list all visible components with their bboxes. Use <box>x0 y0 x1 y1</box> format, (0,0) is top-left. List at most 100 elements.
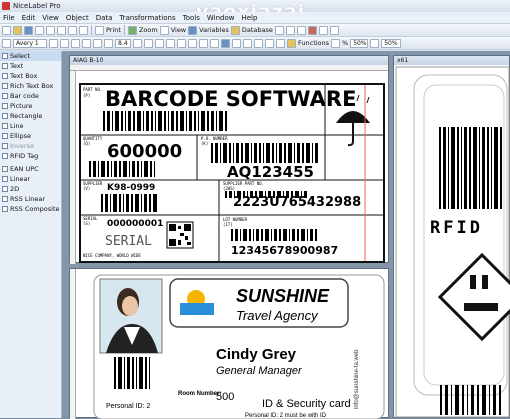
send-back-icon[interactable] <box>188 38 197 48</box>
text-box-icon <box>2 73 8 79</box>
rss-composite-icon <box>2 206 8 212</box>
font-color-icon[interactable] <box>104 38 113 48</box>
variables-icon[interactable] <box>188 25 198 35</box>
italic-icon[interactable] <box>82 38 91 48</box>
align-right-icon[interactable] <box>155 38 164 48</box>
view-button[interactable]: View <box>171 26 186 34</box>
tool-ellipse[interactable]: Ellipse <box>0 131 61 141</box>
tool-2d[interactable]: 2D <box>0 184 61 194</box>
align-center-icon[interactable] <box>144 38 153 48</box>
menu-data[interactable]: Data <box>96 14 113 22</box>
aiag-label: PART NO. (P) BARCODE SOFTWARE QUANTITY (… <box>79 83 385 263</box>
cut-icon[interactable] <box>35 25 44 35</box>
menu-view[interactable]: View <box>42 14 59 22</box>
tool-linear[interactable]: Linear <box>0 174 61 184</box>
open-icon[interactable] <box>13 25 22 35</box>
tool-rfid-tag[interactable]: RFID Tag <box>0 151 61 161</box>
variables-button[interactable]: Variables <box>199 26 229 34</box>
zoom-level-select[interactable]: 50% <box>350 38 369 48</box>
tool-label: Picture <box>10 102 33 110</box>
rich-text-icon <box>2 83 8 89</box>
tool-rectangle[interactable]: Rectangle <box>0 111 61 121</box>
lot-value: 12345678900987 <box>231 244 338 257</box>
copy-icon[interactable] <box>46 25 55 35</box>
supplier-code: (V) <box>83 186 90 191</box>
menu-edit[interactable]: Edit <box>22 14 36 22</box>
zoom-out-icon[interactable] <box>329 25 339 35</box>
menu-tools[interactable]: Tools <box>183 14 200 22</box>
standard-toolbar: Print Zoom View Variables Database <box>0 24 510 37</box>
tool-bar-code[interactable]: Bar code <box>0 91 61 101</box>
tool-rss-composite[interactable]: RSS Composite <box>0 204 61 214</box>
rss-barcode-icon <box>2 196 8 202</box>
tool-rich-text-box[interactable]: Rich Text Box <box>0 81 61 91</box>
lock-icon[interactable] <box>221 38 230 48</box>
menu-file[interactable]: File <box>3 14 15 22</box>
font-icon[interactable] <box>60 38 69 48</box>
functions-button[interactable]: Functions <box>298 39 329 47</box>
tool-label: Linear <box>10 175 31 183</box>
tool-picture[interactable]: Picture <box>0 101 61 111</box>
align-top-icon[interactable] <box>243 38 252 48</box>
zoom-display[interactable]: 50% <box>381 38 402 48</box>
print-button[interactable]: Print <box>106 26 121 34</box>
printer-select[interactable]: Avery 1 <box>13 38 47 48</box>
grid-icon[interactable] <box>285 25 295 35</box>
form-icon[interactable] <box>331 38 341 48</box>
tool-select[interactable]: Select <box>0 51 61 61</box>
underline-icon[interactable] <box>93 38 102 48</box>
anchor-icon[interactable] <box>232 38 241 48</box>
menu-help[interactable]: Help <box>241 14 257 22</box>
view-icon[interactable] <box>159 25 169 35</box>
tool-ean-upc[interactable]: EAN UPC <box>0 164 61 174</box>
distribute-icon[interactable] <box>276 38 285 48</box>
part-no-code: (P) <box>83 93 90 98</box>
zoom-fit-icon[interactable] <box>370 38 380 48</box>
document-window-rfid[interactable]: x61 RFID <box>393 55 510 418</box>
ean-barcode-icon <box>2 166 8 172</box>
undo-icon[interactable] <box>68 25 77 35</box>
align-left-icon[interactable] <box>133 38 142 48</box>
tool-inverse[interactable]: Inverse <box>0 141 61 151</box>
tool-text[interactable]: Text <box>0 61 61 71</box>
align-icon[interactable] <box>274 25 284 35</box>
group-icon[interactable] <box>199 38 208 48</box>
printer-settings-icon[interactable] <box>49 38 58 48</box>
tool-label: Ellipse <box>10 132 32 140</box>
menu-object[interactable]: Object <box>66 14 89 22</box>
tool-line[interactable]: Line <box>0 121 61 131</box>
rotate-icon[interactable] <box>166 38 175 48</box>
bold-icon[interactable] <box>71 38 80 48</box>
tool-label: Inverse <box>10 142 34 150</box>
tool-rss-linear[interactable]: RSS Linear <box>0 194 61 204</box>
zoom-button[interactable]: Zoom <box>139 26 158 34</box>
redo-icon[interactable] <box>79 25 88 35</box>
document-window-id-card[interactable]: Personal ID: 2 SUNSHINE Travel Agency Ci… <box>69 268 389 419</box>
bring-front-icon[interactable] <box>177 38 186 48</box>
horizontal-ruler <box>70 65 388 71</box>
align-bottom-icon[interactable] <box>265 38 274 48</box>
tool-text-box[interactable]: Text Box <box>0 71 61 81</box>
align-middle-icon[interactable] <box>254 38 263 48</box>
font-size-select[interactable]: 8.4 <box>115 38 131 48</box>
print-icon[interactable] <box>95 25 104 35</box>
inverse-icon <box>2 143 8 149</box>
barcode-icon <box>2 93 8 99</box>
menu-window[interactable]: Window <box>207 14 235 22</box>
menu-transformations[interactable]: Transformations <box>119 14 175 22</box>
zoom-in-icon[interactable] <box>318 25 328 35</box>
new-icon[interactable] <box>2 25 11 35</box>
save-icon[interactable] <box>24 25 33 35</box>
help-icon[interactable] <box>307 25 317 35</box>
functions-icon[interactable] <box>287 38 296 48</box>
paste-icon[interactable] <box>57 25 66 35</box>
toolbar-separator <box>123 25 125 35</box>
database-button[interactable]: Database <box>242 26 273 34</box>
database-icon[interactable] <box>230 25 240 35</box>
tool-label: Rich Text Box <box>10 82 54 90</box>
layer-icon[interactable] <box>296 25 306 35</box>
ungroup-icon[interactable] <box>210 38 219 48</box>
zoom-icon[interactable] <box>127 25 137 35</box>
employee-name: Cindy Grey <box>216 346 297 363</box>
tool-label: Rectangle <box>10 112 43 120</box>
